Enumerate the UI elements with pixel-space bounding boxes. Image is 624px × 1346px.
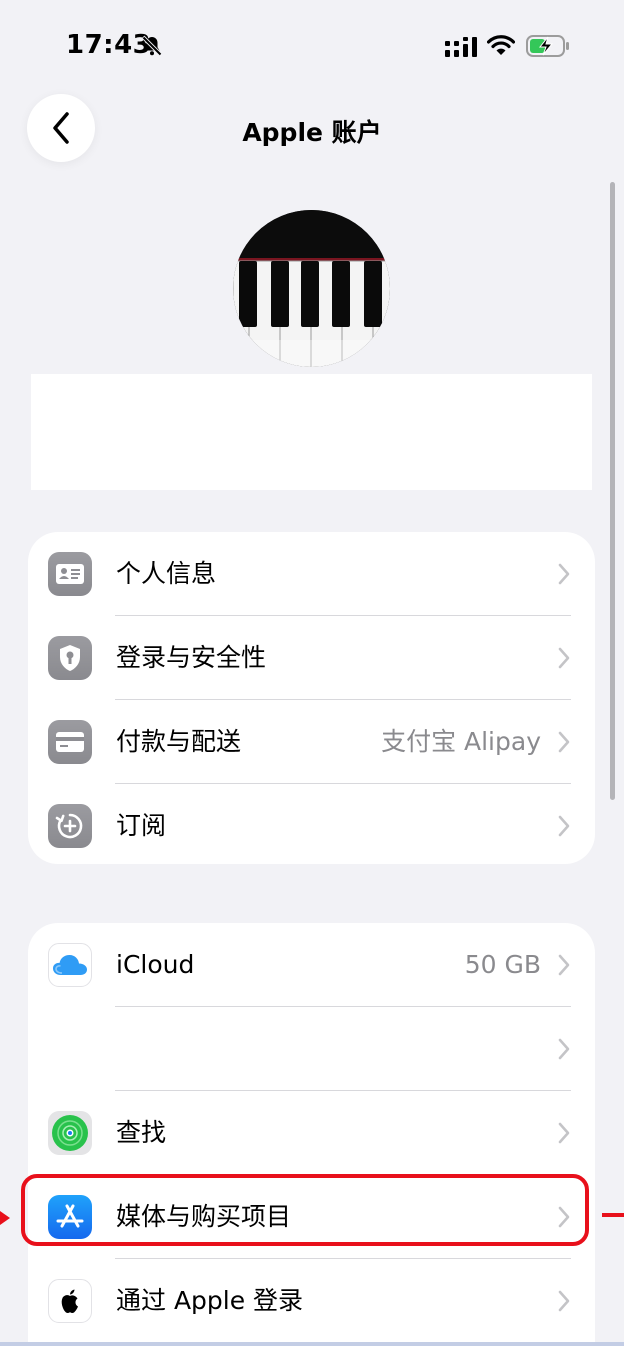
piano-keys-image — [233, 210, 390, 367]
find-my-row[interactable]: 查找 — [28, 1091, 595, 1175]
subscriptions-row[interactable]: 订阅 — [28, 784, 595, 864]
chevron-right-icon — [558, 563, 570, 585]
chevron-right-icon — [558, 647, 570, 669]
payment-method-value: 支付宝 Alipay — [381, 727, 541, 756]
services-group: iCloud 50 GB 查找 媒体与购买项目 通过 Apple 登录 — [28, 923, 595, 1346]
shield-icon — [48, 636, 92, 680]
credit-card-icon — [48, 720, 92, 764]
sign-in-security-label: 登录与安全性 — [116, 643, 267, 672]
id-card-icon — [48, 552, 92, 596]
bell-off-icon — [141, 35, 163, 57]
find-my-label: 查找 — [116, 1118, 167, 1147]
icloud-label: iCloud — [116, 950, 195, 979]
chevron-right-icon — [558, 954, 570, 976]
arrow-line — [602, 1213, 624, 1217]
page-title: Apple 账户 — [242, 118, 382, 147]
subscriptions-label: 订阅 — [116, 811, 167, 840]
signal-icon — [445, 37, 477, 57]
status-time: 17:43 — [66, 30, 152, 60]
avatar[interactable] — [233, 210, 390, 367]
personal-info-row[interactable]: 个人信息 — [28, 532, 595, 616]
apple-logo-icon — [48, 1279, 92, 1323]
sign-in-security-row[interactable]: 登录与安全性 — [28, 616, 595, 700]
icloud-row[interactable]: iCloud 50 GB — [28, 923, 595, 1007]
account-settings-group: 个人信息 登录与安全性 付款与配送 支付宝 Alipay 订阅 — [28, 532, 595, 864]
icloud-storage-value: 50 GB — [464, 950, 541, 979]
payment-shipping-label: 付款与配送 — [116, 727, 242, 756]
personal-info-label: 个人信息 — [116, 559, 217, 588]
wifi-icon — [487, 35, 515, 55]
status-bar: 17:43 — [0, 0, 624, 90]
bottom-edge — [0, 1342, 624, 1346]
blank-row[interactable] — [28, 1007, 595, 1091]
sign-in-with-apple-row[interactable]: 通过 Apple 登录 — [28, 1259, 595, 1343]
scrollbar[interactable] — [610, 182, 615, 800]
chevron-right-icon — [558, 815, 570, 837]
find-my-icon — [48, 1111, 92, 1155]
battery-icon — [526, 35, 569, 57]
sign-in-with-apple-label: 通过 Apple 登录 — [116, 1286, 304, 1315]
highlight-frame — [21, 1174, 589, 1246]
account-name-area — [31, 374, 592, 490]
arrow-pointer-icon — [0, 1211, 10, 1225]
subscription-icon — [48, 804, 92, 848]
payment-shipping-row[interactable]: 付款与配送 支付宝 Alipay — [28, 700, 595, 784]
chevron-right-icon — [558, 1290, 570, 1312]
icloud-icon — [48, 943, 92, 987]
chevron-right-icon — [558, 1122, 570, 1144]
chevron-right-icon — [558, 1038, 570, 1060]
chevron-right-icon — [558, 731, 570, 753]
